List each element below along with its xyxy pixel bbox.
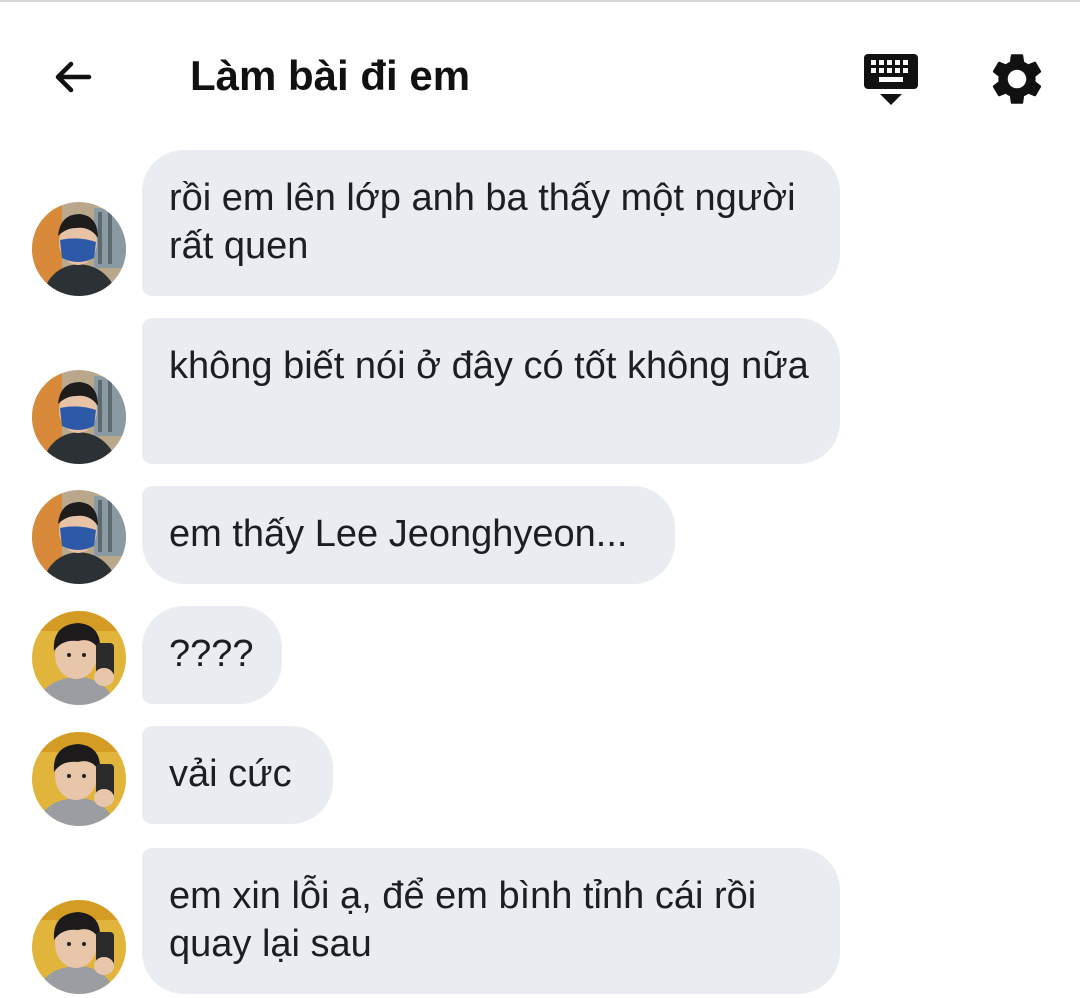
message-bubble[interactable]: em thấy Lee Jeonghyeon... (142, 486, 675, 584)
person-with-phone-avatar-icon (32, 732, 126, 826)
avatar[interactable] (32, 370, 126, 464)
masked-person-avatar-icon (32, 370, 126, 464)
masked-person-avatar-icon (32, 490, 126, 584)
masked-person-avatar-icon (32, 202, 126, 296)
message-bubble[interactable]: vải cức (142, 726, 333, 824)
message-bubble[interactable]: rồi em lên lớp anh ba thấy một người rất… (142, 150, 840, 296)
avatar[interactable] (32, 490, 126, 584)
avatar[interactable] (32, 202, 126, 296)
person-with-phone-avatar-icon (32, 900, 126, 994)
message-list: rồi em lên lớp anh ba thấy một người rất… (0, 0, 1080, 998)
avatar[interactable] (32, 611, 126, 705)
avatar[interactable] (32, 732, 126, 826)
person-with-phone-avatar-icon (32, 611, 126, 705)
message-bubble[interactable]: em xin lỗi ạ, để em bình tỉnh cái rồi qu… (142, 848, 840, 994)
avatar[interactable] (32, 900, 126, 994)
message-bubble[interactable]: không biết nói ở đây có tốt không nữa (142, 318, 840, 464)
message-bubble[interactable]: ???? (142, 606, 282, 704)
